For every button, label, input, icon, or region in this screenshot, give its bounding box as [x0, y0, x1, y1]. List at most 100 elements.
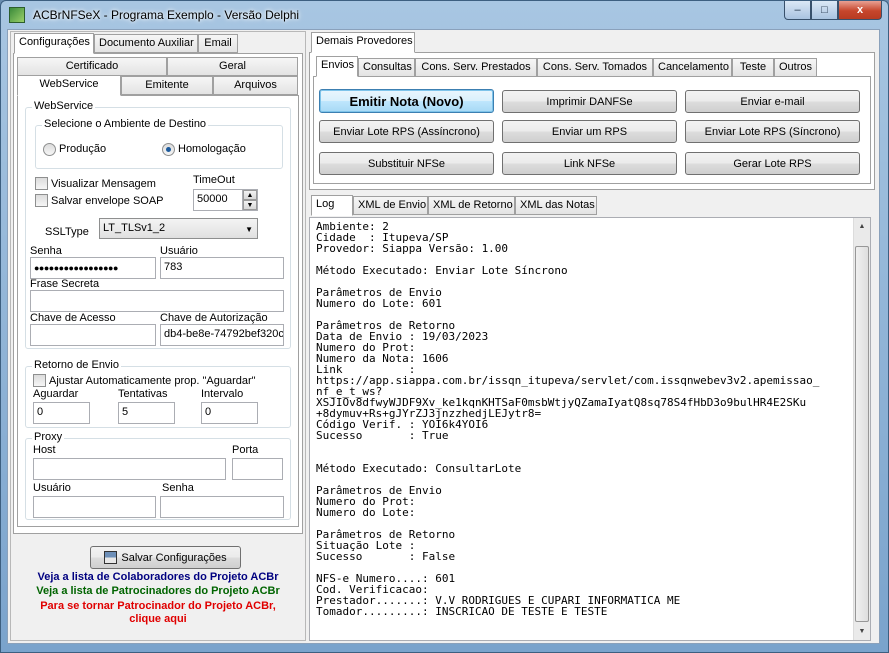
tab-cons-serv-tomados[interactable]: Cons. Serv. Tomados — [537, 58, 653, 77]
enviar-lote-assincrono-button[interactable]: Enviar Lote RPS (Assíncrono) — [319, 120, 494, 143]
tab-webservice[interactable]: WebService — [17, 75, 121, 96]
visualizar-mensagem-label: Visualizar Mensagem — [51, 178, 156, 190]
tab-consultas[interactable]: Consultas — [358, 58, 415, 77]
chevron-down-icon: ▼ — [245, 225, 253, 234]
usuario-input[interactable]: 783 — [160, 257, 284, 279]
porta-label: Porta — [232, 444, 259, 456]
tab-emitente[interactable]: Emitente — [121, 76, 213, 95]
tab-envios[interactable]: Envios — [316, 56, 358, 77]
proxy-usuario-input[interactable] — [33, 496, 156, 518]
salvar-envelope-label: Salvar envelope SOAP — [51, 195, 164, 207]
producao-label: Produção — [59, 143, 107, 155]
spin-up-icon[interactable]: ▲ — [243, 190, 257, 200]
usuario-label: Usuário — [160, 245, 198, 257]
tab-demais-provedores[interactable]: Demais Provedores — [311, 32, 415, 53]
ssltype-select[interactable]: LT_TLSv1_2 ▼ — [99, 218, 258, 239]
tab-xml-retorno[interactable]: XML de Retorno — [428, 196, 515, 215]
tab-email[interactable]: Email — [198, 34, 238, 53]
chave-acesso-input[interactable] — [30, 324, 156, 346]
ambiente-group-title: Selecione o Ambiente de Destino — [42, 118, 209, 130]
salvar-configuracoes-button[interactable]: Salvar Configurações — [90, 546, 241, 569]
tab-documento-auxiliar[interactable]: Documento Auxiliar — [94, 34, 198, 53]
senha-label: Senha — [30, 245, 62, 257]
log-line: Método Executado: Enviar Lote Síncrono — [316, 264, 568, 277]
tab-xml-envio[interactable]: XML de Envio — [353, 196, 428, 215]
enviar-um-rps-button[interactable]: Enviar um RPS — [502, 120, 677, 143]
tab-log[interactable]: Log — [311, 195, 353, 216]
chave-autorizacao-label: Chave de Autorização — [160, 312, 268, 324]
close-button[interactable]: x — [838, 1, 882, 20]
imprimir-danfse-button[interactable]: Imprimir DANFSe — [502, 90, 677, 113]
spin-down-icon[interactable]: ▼ — [243, 200, 257, 210]
scroll-down-icon[interactable]: ▼ — [854, 623, 870, 640]
ssltype-label: SSLType — [45, 226, 89, 238]
link-nfse-button[interactable]: Link NFSe — [502, 152, 677, 175]
ajustar-label: Ajustar Automaticamente prop. "Aguardar" — [49, 375, 256, 387]
log-memo[interactable]: Ambiente: 2 Cidade : Itupeva/SP Provedor: … — [309, 217, 871, 641]
scroll-thumb[interactable] — [855, 246, 869, 622]
senha-input[interactable]: ●●●●●●●●●●●●●●●●● — [30, 257, 156, 279]
tab-arquivos[interactable]: Arquivos — [213, 76, 298, 95]
chave-acesso-label: Chave de Acesso — [30, 312, 116, 324]
salvar-configuracoes-label: Salvar Configurações — [121, 551, 227, 564]
timeout-label: TimeOut — [193, 174, 235, 186]
proxy-usuario-label: Usuário — [33, 482, 71, 494]
homologacao-radio[interactable] — [162, 143, 175, 156]
app-icon — [9, 7, 25, 23]
maximize-button[interactable]: □ — [811, 1, 838, 20]
log-scrollbar[interactable]: ▲ ▼ — [853, 218, 870, 640]
enviar-lote-sincrono-button[interactable]: Enviar Lote RPS (Síncrono) — [685, 120, 860, 143]
tab-certificado[interactable]: Certificado — [17, 57, 167, 76]
splitter[interactable] — [309, 190, 875, 194]
aguardar-label: Aguardar — [33, 388, 79, 400]
substituir-nfse-button[interactable]: Substituir NFSe — [319, 152, 494, 175]
tab-geral[interactable]: Geral — [167, 57, 298, 76]
patrocinador-link-line2[interactable]: clique aqui — [8, 613, 308, 625]
log-line: Sucesso : False — [316, 550, 456, 563]
ajustar-checkbox[interactable] — [33, 374, 46, 387]
tab-outros[interactable]: Outros — [774, 58, 817, 77]
minimize-button[interactable]: – — [784, 1, 811, 20]
log-line: Numero do Lote: — [316, 506, 416, 519]
log-line: Provedor: Siappa Versão: 1.00 — [316, 242, 509, 255]
log-line: Tomador.........: INSCRICAO DE TESTE E T… — [316, 605, 608, 618]
producao-radio[interactable] — [43, 143, 56, 156]
tab-configuracoes[interactable]: Configurações — [14, 33, 94, 54]
gerar-lote-rps-button[interactable]: Gerar Lote RPS — [685, 152, 860, 175]
tab-cancelamento[interactable]: Cancelamento — [653, 58, 732, 77]
window-title: ACBrNFSeX - Programa Exemplo - Versão De… — [33, 8, 300, 22]
aguardar-input[interactable]: 0 — [33, 402, 90, 424]
retorno-group-title: Retorno de Envio — [32, 359, 121, 371]
title-bar[interactable]: ACBrNFSeX - Programa Exemplo - Versão De… — [1, 1, 888, 29]
chave-autorizacao-input[interactable]: db4-be8e-74792bef320c — [160, 324, 284, 346]
homologacao-label: Homologação — [178, 143, 246, 155]
patrocinador-link-line1[interactable]: Para se tornar Patrocinador do Projeto A… — [8, 600, 308, 612]
frase-secreta-label: Frase Secreta — [30, 278, 100, 290]
tab-xml-notas[interactable]: XML das Notas — [515, 196, 597, 215]
log-line: https://app.siappa.com.br/issqn_itupeva/… — [316, 374, 820, 387]
host-label: Host — [33, 444, 56, 456]
proxy-group-title: Proxy — [32, 431, 65, 443]
tab-teste[interactable]: Teste — [732, 58, 774, 77]
proxy-senha-input[interactable] — [160, 496, 284, 518]
visualizar-mensagem-checkbox[interactable] — [35, 177, 48, 190]
tentativas-label: Tentativas — [118, 388, 168, 400]
enviar-email-button[interactable]: Enviar e-mail — [685, 90, 860, 113]
log-line: Sucesso : True — [316, 429, 449, 442]
webservice-group-title: WebService — [32, 100, 96, 112]
emitir-nota-button[interactable]: Emitir Nota (Novo) — [319, 89, 494, 113]
ssltype-value: LT_TLSv1_2 — [103, 222, 166, 234]
timeout-spinner[interactable]: ▲ ▼ — [242, 190, 257, 210]
scroll-up-icon[interactable]: ▲ — [854, 218, 870, 235]
save-icon — [104, 551, 118, 564]
salvar-envelope-checkbox[interactable] — [35, 194, 48, 207]
intervalo-input[interactable]: 0 — [201, 402, 258, 424]
colaboradores-link[interactable]: Veja a lista de Colaboradores do Projeto… — [8, 571, 308, 583]
host-input[interactable] — [33, 458, 226, 480]
porta-input[interactable] — [232, 458, 283, 480]
patrocinadores-link[interactable]: Veja a lista de Patrocinadores do Projet… — [8, 585, 308, 597]
frase-secreta-input[interactable] — [30, 290, 284, 312]
tab-cons-serv-prestados[interactable]: Cons. Serv. Prestados — [415, 58, 537, 77]
tentativas-input[interactable]: 5 — [118, 402, 175, 424]
